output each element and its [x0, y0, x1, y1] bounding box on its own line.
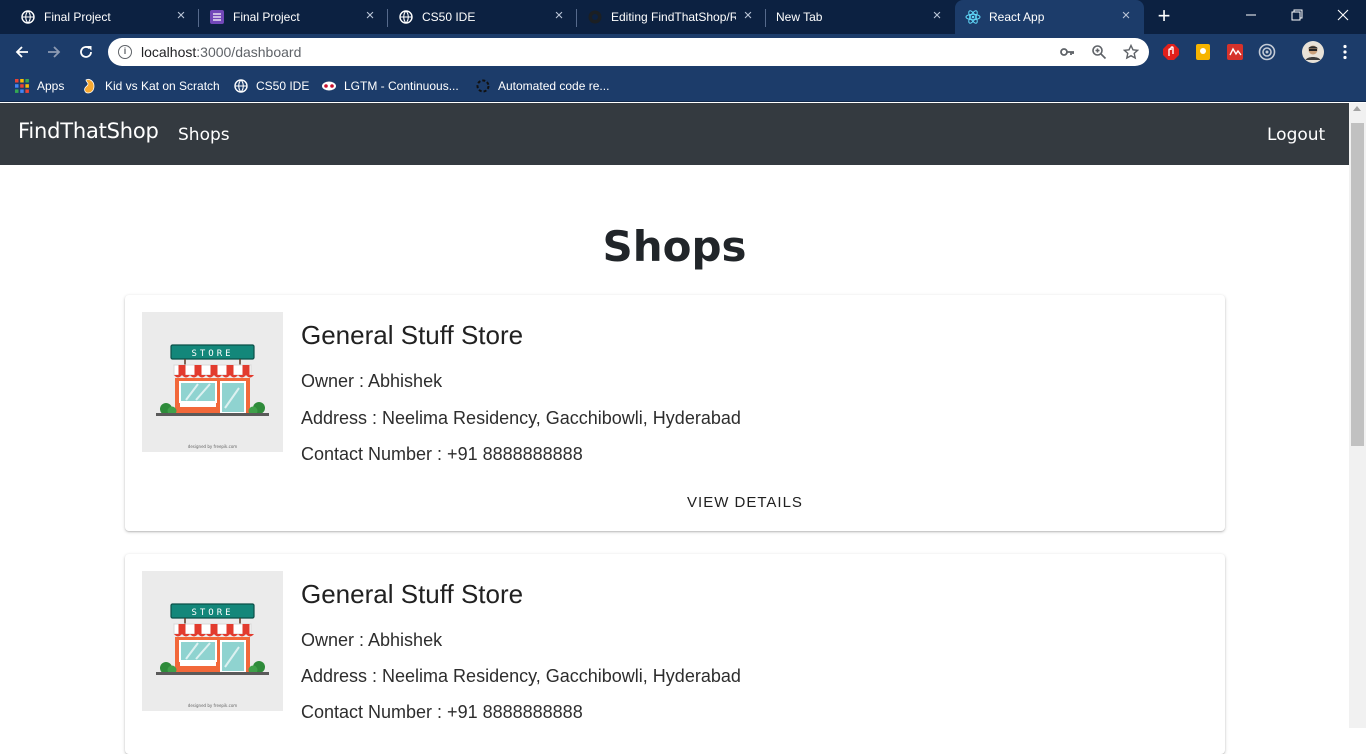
nav-link-shops[interactable]: Shops	[178, 125, 230, 145]
bookmark-label: Apps	[37, 79, 65, 93]
shop-owner: Owner : Abhishek	[301, 371, 443, 391]
bookmark-label: CS50 IDE	[256, 79, 310, 93]
store-sign-text: STORE	[191, 349, 233, 359]
globe-icon	[20, 9, 36, 25]
browser-tab[interactable]: New Tab ×	[766, 0, 955, 34]
loading-icon	[475, 78, 491, 94]
scrollbar-thumb[interactable]	[1351, 123, 1364, 446]
shop-name: General Stuff Store	[301, 579, 524, 609]
svg-text:designed by freepik.com: designed by freepik.com	[188, 703, 237, 708]
close-icon[interactable]: ×	[362, 8, 378, 24]
back-button[interactable]	[11, 41, 33, 63]
url-path: :3000/dashboard	[196, 44, 302, 60]
svg-text:designed by freepik.com: designed by freepik.com	[188, 444, 237, 449]
lgtm-icon	[321, 78, 337, 94]
tab-title: CS50 IDE	[422, 10, 476, 24]
bookmark-cs50-ide[interactable]: CS50 IDE	[233, 77, 309, 95]
browser-toolbar: i localhost:3000/dashboard	[0, 34, 1366, 70]
reload-button[interactable]	[75, 41, 97, 63]
bookmark-automated-code[interactable]: Automated code re...	[475, 77, 609, 95]
tab-title: New Tab	[776, 10, 823, 24]
tab-title: Final Project	[233, 10, 300, 24]
menu-kebab-icon[interactable]	[1336, 43, 1354, 61]
shop-image: STORE designed by freepik.com	[142, 312, 283, 452]
page-title: Shops	[602, 222, 747, 271]
info-icon[interactable]: i	[118, 45, 132, 59]
url-host: localhost	[141, 44, 197, 60]
tab-title: Final Project	[44, 10, 111, 24]
minimize-button[interactable]	[1228, 0, 1274, 30]
bookmark-scratch[interactable]: Kid vs Kat on Scratch	[82, 77, 220, 95]
shop-address: Address : Neelima Residency, Gacchibowli…	[301, 408, 741, 428]
shop-card: STORE designed by freepik.com General St…	[125, 295, 1225, 531]
github-icon	[587, 9, 603, 25]
browser-tab-active[interactable]: React App ×	[955, 0, 1144, 34]
globe-icon	[233, 78, 249, 94]
close-icon[interactable]: ×	[551, 8, 567, 24]
tab-title: React App	[989, 10, 1045, 24]
star-icon[interactable]	[1122, 43, 1140, 61]
browser-tab[interactable]: Final Project ×	[199, 0, 388, 34]
adblock-extension-icon[interactable]	[1162, 43, 1180, 61]
brand-logo[interactable]: FindThatShop	[18, 119, 159, 143]
globe-icon	[398, 9, 414, 25]
view-details-button[interactable]: VIEW DETAILS	[125, 494, 1365, 511]
zoom-icon[interactable]	[1090, 43, 1108, 61]
bookmark-lgtm[interactable]: LGTM - Continuous...	[321, 77, 459, 95]
browser-tab[interactable]: Editing FindThatShop/R ×	[577, 0, 766, 34]
restore-button[interactable]	[1274, 0, 1320, 30]
extension-red-icon[interactable]	[1226, 43, 1244, 61]
close-icon[interactable]: ×	[173, 8, 189, 24]
key-icon[interactable]	[1058, 43, 1076, 61]
extension-target-icon[interactable]	[1258, 43, 1276, 61]
tab-title: Editing FindThatShop/R	[611, 10, 736, 24]
store-sign-text: STORE	[191, 608, 233, 618]
logout-link[interactable]: Logout	[1267, 125, 1325, 145]
close-icon[interactable]: ×	[1118, 8, 1134, 24]
bookmark-label: Kid vs Kat on Scratch	[105, 79, 220, 93]
browser-tab[interactable]: Final Project ×	[10, 0, 199, 34]
bookmark-label: LGTM - Continuous...	[344, 79, 459, 93]
apps-grid-icon	[14, 78, 30, 94]
url-text: localhost:3000/dashboard	[141, 44, 301, 60]
keep-extension-icon[interactable]	[1194, 43, 1212, 61]
shop-name: General Stuff Store	[301, 320, 524, 350]
bookmark-label: Automated code re...	[498, 79, 610, 93]
browser-tab-strip: Final Project × Final Project × CS50 IDE…	[0, 0, 1366, 34]
forward-button[interactable]	[43, 41, 65, 63]
new-tab-button[interactable]: +	[1153, 5, 1175, 28]
address-bar[interactable]: i localhost:3000/dashboard	[108, 38, 1149, 66]
list-icon	[209, 9, 225, 25]
bookmark-apps[interactable]: Apps	[14, 77, 64, 95]
shop-image: STORE designed by freepik.com	[142, 571, 283, 711]
shop-card: STORE designed by freepik.com General St…	[125, 554, 1225, 754]
scroll-up-arrow[interactable]	[1353, 106, 1361, 111]
bookmarks-bar: Apps Kid vs Kat on Scratch CS50 IDE LGTM…	[0, 70, 1366, 102]
page-scrollbar[interactable]	[1349, 103, 1366, 728]
close-icon[interactable]: ×	[929, 8, 945, 24]
shop-address: Address : Neelima Residency, Gacchibowli…	[301, 666, 741, 686]
profile-avatar[interactable]	[1302, 41, 1324, 63]
shop-contact: Contact Number : +91 8888888888	[301, 702, 583, 722]
shop-owner: Owner : Abhishek	[301, 630, 443, 650]
app-navbar: FindThatShop Shops Logout	[0, 103, 1349, 165]
close-icon[interactable]: ×	[740, 8, 756, 24]
browser-tab[interactable]: CS50 IDE ×	[388, 0, 577, 34]
close-window-button[interactable]	[1320, 0, 1366, 30]
shop-contact: Contact Number : +91 8888888888	[301, 444, 583, 464]
scratch-icon	[82, 78, 98, 94]
react-icon	[965, 9, 981, 25]
